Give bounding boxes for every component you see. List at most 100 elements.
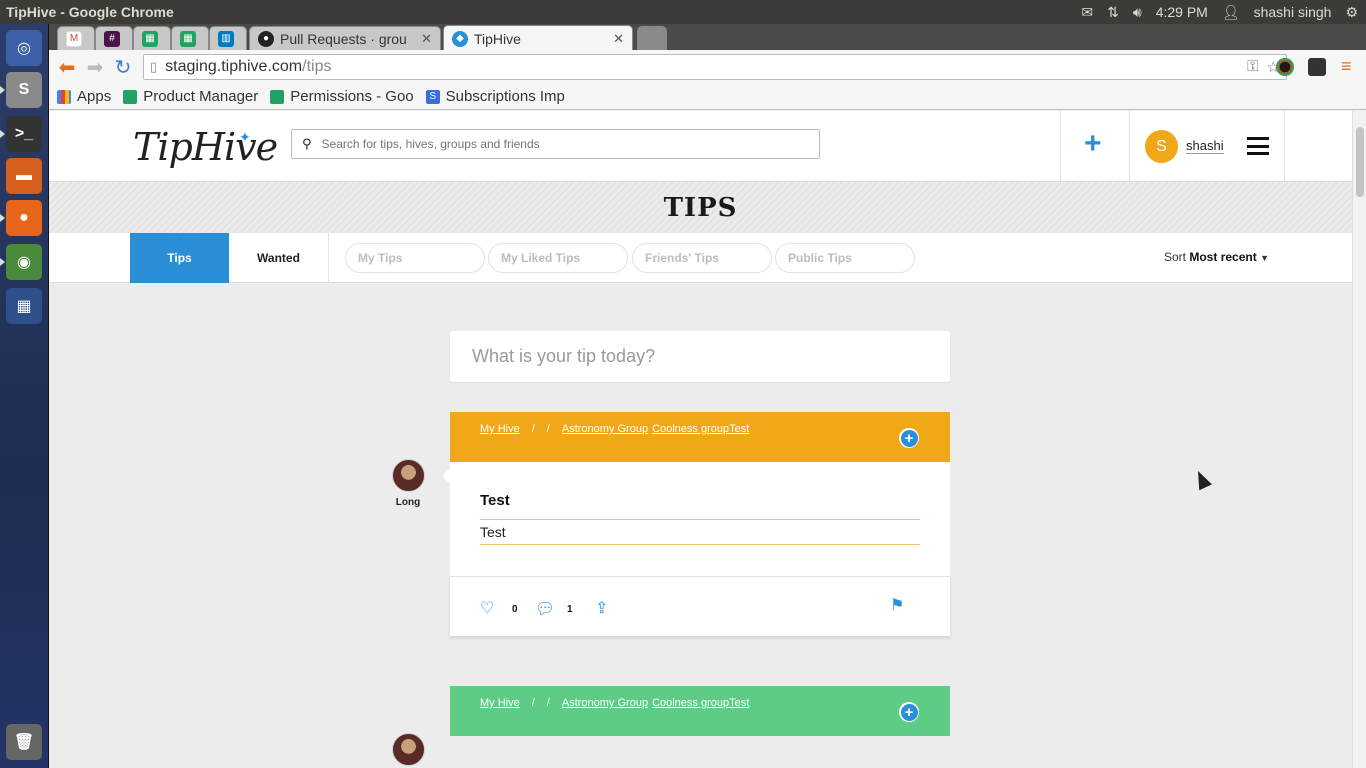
- tip-card-header: My Hive / / Astronomy Group Coolness gro…: [450, 412, 950, 462]
- add-plus-icon[interactable]: +: [1084, 129, 1102, 159]
- tip-card-body[interactable]: Test Test: [450, 462, 950, 576]
- plus-icon: +: [900, 703, 918, 721]
- tip-title[interactable]: Test: [480, 492, 510, 509]
- close-tab-icon[interactable]: ✕: [607, 31, 624, 47]
- window-title: TipHive - Google Chrome: [6, 4, 174, 20]
- tab-slack[interactable]: #: [95, 26, 133, 50]
- heart-icon[interactable]: ♡: [480, 598, 494, 618]
- tab-sheets-1[interactable]: ▦: [133, 26, 171, 50]
- author-name[interactable]: Long: [388, 497, 428, 508]
- crumb-my-hive[interactable]: My Hive: [480, 423, 520, 435]
- avatar[interactable]: S: [1145, 130, 1178, 163]
- bookmark-label: Permissions - Goo: [290, 88, 414, 105]
- key-icon[interactable]: ⚿: [1247, 58, 1258, 76]
- address-bar[interactable]: ▯ staging.tiphive.com/tips ⚿ ☆: [143, 54, 1287, 80]
- header-divider: [1284, 111, 1285, 182]
- bookmark-subscriptions[interactable]: S Subscriptions Imp: [425, 88, 565, 105]
- crumb-coolness-group[interactable]: Coolness groupTest: [652, 423, 749, 435]
- tip-author[interactable]: Long: [388, 459, 428, 508]
- author-avatar[interactable]: [391, 459, 425, 492]
- firefox-icon[interactable]: ●: [6, 200, 42, 236]
- add-to-hive-button[interactable]: +: [899, 428, 919, 448]
- close-tab-icon[interactable]: ✕: [415, 31, 432, 47]
- clock[interactable]: 4:29 PM: [1156, 4, 1208, 20]
- tab-trello[interactable]: ▥: [209, 26, 247, 50]
- caret-down-icon: ▼: [1260, 253, 1269, 263]
- back-arrow-icon[interactable]: ⬅: [53, 53, 81, 81]
- sheets-icon: ▦: [142, 30, 158, 47]
- crumb-astronomy-group[interactable]: Astronomy Group: [562, 423, 648, 435]
- bookmark-label: Product Manager: [143, 88, 259, 105]
- divider: [480, 544, 920, 545]
- page-scrollbar[interactable]: [1352, 111, 1366, 768]
- settings-gear-icon[interactable]: ⚙: [1345, 4, 1358, 21]
- chrome-menu-icon[interactable]: ≡: [1341, 56, 1352, 77]
- filter-friends-tips[interactable]: Friends' Tips: [632, 243, 772, 273]
- flag-icon[interactable]: ⚑: [890, 595, 904, 615]
- terminal-icon[interactable]: >_: [6, 116, 42, 152]
- tab-tiphive[interactable]: ◆ TipHive ✕: [443, 25, 633, 51]
- crumb-coolness-group[interactable]: Coolness groupTest: [652, 697, 749, 709]
- extension-color-icon[interactable]: [1276, 58, 1294, 76]
- add-to-hive-button[interactable]: +: [899, 702, 919, 722]
- files-icon[interactable]: ▬: [6, 158, 42, 194]
- forward-arrow-icon[interactable]: ➡: [81, 53, 109, 81]
- breadcrumb: My Hive / / Astronomy Group Coolness gro…: [480, 423, 749, 435]
- mail-icon[interactable]: ✉: [1081, 4, 1093, 21]
- workspace-switcher-icon[interactable]: ▦: [6, 288, 42, 324]
- apps-grid-icon: [57, 89, 71, 104]
- bookmark-label: Apps: [77, 88, 112, 105]
- speech-pointer: [442, 468, 450, 484]
- github-icon: ●: [258, 30, 274, 47]
- user-icon[interactable]: 👤︎: [1222, 4, 1240, 21]
- chrome-icon[interactable]: ◉: [6, 244, 42, 280]
- extension-incognito-icon[interactable]: [1308, 58, 1326, 76]
- network-icon[interactable]: ⇅: [1107, 4, 1119, 21]
- dash-home-icon[interactable]: ◎: [6, 30, 42, 66]
- author-avatar[interactable]: [391, 733, 425, 766]
- comment-icon[interactable]: 💬︎: [535, 599, 555, 619]
- reload-icon[interactable]: ↻: [109, 53, 137, 81]
- user-name[interactable]: shashi singh: [1254, 4, 1332, 20]
- username-link[interactable]: shashi: [1186, 138, 1224, 154]
- hamburger-menu-icon[interactable]: [1247, 137, 1269, 155]
- tips-nav-bar: Tips Wanted My Tips My Liked Tips Friend…: [49, 233, 1352, 283]
- trello-icon: ▥: [218, 30, 234, 47]
- trash-icon[interactable]: 🗑︎: [6, 724, 42, 760]
- tiphive-logo[interactable]: TipHive: [133, 125, 278, 169]
- sheets-icon: [123, 89, 138, 104]
- mouse-cursor-icon: [1191, 468, 1212, 491]
- web-page: TipHive ✦ ⚲ + S shashi TIPS Tips Wanted …: [49, 111, 1352, 768]
- search-icon: ⚲: [302, 136, 312, 151]
- tab-gmail[interactable]: M: [57, 26, 95, 50]
- volume-icon[interactable]: 🔊︎: [1133, 4, 1142, 21]
- search-input[interactable]: [321, 137, 802, 151]
- divider: [480, 519, 920, 520]
- search-box[interactable]: ⚲: [291, 129, 820, 159]
- bookmark-apps[interactable]: Apps: [57, 88, 111, 105]
- new-tip-input[interactable]: What is your tip today?: [450, 331, 950, 382]
- tiphive-favicon-icon: ◆: [452, 30, 468, 47]
- header-divider: [1060, 111, 1061, 182]
- tab-tips[interactable]: Tips: [130, 233, 229, 283]
- crumb-separator: /: [546, 697, 550, 709]
- tab-sheets-2[interactable]: ▦: [171, 26, 209, 50]
- scrollbar-thumb[interactable]: [1356, 127, 1364, 197]
- tab-wanted[interactable]: Wanted: [229, 233, 329, 283]
- filter-my-tips[interactable]: My Tips: [345, 243, 485, 273]
- bookmark-product-manager[interactable]: Product Manager: [123, 88, 258, 105]
- like-count: 0: [512, 604, 518, 615]
- sublime-text-icon[interactable]: S: [6, 72, 42, 108]
- filter-my-liked-tips[interactable]: My Liked Tips: [488, 243, 628, 273]
- tab-github[interactable]: ● Pull Requests · grou ✕: [249, 26, 441, 50]
- filter-public-tips[interactable]: Public Tips: [775, 243, 915, 273]
- crumb-astronomy-group[interactable]: Astronomy Group: [562, 697, 648, 709]
- bookmark-permissions[interactable]: Permissions - Goo: [270, 88, 414, 105]
- tip-author[interactable]: [388, 733, 428, 766]
- share-icon[interactable]: ⇪: [595, 598, 608, 618]
- crumb-my-hive[interactable]: My Hive: [480, 697, 520, 709]
- sort-dropdown[interactable]: Sort Most recent ▼: [1164, 250, 1269, 264]
- new-tab-button[interactable]: [637, 26, 667, 50]
- browser-tab-strip: M # ▦ ▦ ▥ ● Pull Requests · grou ✕ ◆ Tip…: [49, 24, 1366, 51]
- tip-card-footer: ♡ 0 💬︎ 1 ⇪ ⚑: [450, 576, 950, 636]
